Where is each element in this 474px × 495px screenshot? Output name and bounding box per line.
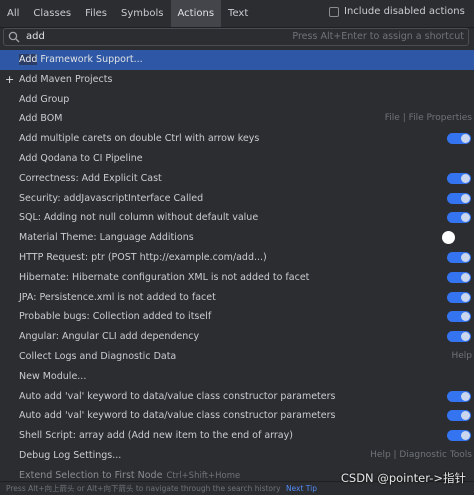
action-category: Help <box>451 350 472 361</box>
action-item[interactable]: Probable bugs: Collection added to itsel… <box>0 307 474 327</box>
toggle-switch-on[interactable] <box>447 251 471 263</box>
action-item[interactable]: Add Framework Support... <box>0 50 474 70</box>
toggle-switch-on[interactable] <box>447 133 471 145</box>
plus-icon: + <box>5 72 15 86</box>
action-item[interactable]: HTTP Request: ptr (POST http://example.c… <box>0 248 474 268</box>
action-item[interactable]: SQL: Adding not null column without defa… <box>0 208 474 228</box>
tab-classes[interactable]: Classes <box>26 0 78 27</box>
toggle-switch-on[interactable] <box>447 291 471 303</box>
action-item[interactable]: Collect Logs and Diagnostic Data Help <box>0 347 474 367</box>
search-field[interactable]: add Press Alt+Enter to assign a shortcut <box>3 28 469 46</box>
search-icon <box>8 31 20 43</box>
tab-files[interactable]: Files <box>78 0 114 27</box>
tab-actions[interactable]: Actions <box>170 0 222 27</box>
action-item[interactable]: Material Theme: Language Additions <box>0 228 474 248</box>
include-disabled-label: Include disabled actions <box>344 6 465 17</box>
action-item[interactable]: Angular: Angular CLI add dependency <box>0 327 474 347</box>
next-tip-link[interactable]: Next Tip <box>286 484 317 493</box>
action-label: Probable bugs: Collection added to itsel… <box>19 311 212 323</box>
tab-text[interactable]: Text <box>221 0 255 27</box>
action-label: Add BOM <box>19 113 63 125</box>
action-item[interactable]: + Add Maven Projects <box>0 70 474 90</box>
action-label: JPA: Persistence.xml is not added to fac… <box>19 291 216 303</box>
shortcut-hint: Ctrl+Shift+Home <box>166 470 241 481</box>
action-label: Hibernate: Hibernate configuration XML i… <box>19 271 310 283</box>
toggle-switch-on[interactable] <box>447 271 471 283</box>
action-label: Angular: Angular CLI add dependency <box>19 331 200 343</box>
toggle-switch-on[interactable] <box>447 430 471 442</box>
action-item[interactable]: Add Qodana to CI Pipeline <box>0 149 474 169</box>
search-hint: Press Alt+Enter to assign a shortcut <box>292 31 464 42</box>
include-disabled-checkbox[interactable] <box>329 6 339 17</box>
action-label: Add Framework Support... <box>19 54 143 65</box>
footer-hint: Press Alt+向上箭头 or Alt+向下箭头 to navigate t… <box>6 484 281 493</box>
action-label: Material Theme: Language Additions <box>19 232 194 244</box>
toggle-switch-on[interactable] <box>447 172 471 184</box>
action-item[interactable]: New Module... <box>0 367 474 387</box>
toggle-switch-on[interactable] <box>447 390 471 402</box>
action-item[interactable]: Security: addJavascriptInterface Called <box>0 189 474 209</box>
action-item[interactable]: Shell Script: array add (Add new item to… <box>0 426 474 446</box>
action-item[interactable]: Add BOM File | File Properties <box>0 109 474 129</box>
match-highlight: Add <box>19 54 38 65</box>
toggle-switch-on[interactable] <box>447 212 471 224</box>
toggle-switch-on[interactable] <box>447 410 471 422</box>
action-label: Auto add 'val' keyword to data/value cla… <box>19 390 336 402</box>
action-label: Add multiple carets on double Ctrl with … <box>19 133 260 145</box>
action-item[interactable]: JPA: Persistence.xml is not added to fac… <box>0 288 474 308</box>
action-label: Collect Logs and Diagnostic Data <box>19 350 177 362</box>
toggle-switch-on[interactable] <box>447 192 471 204</box>
action-item[interactable]: Auto add 'val' keyword to data/value cla… <box>0 406 474 426</box>
action-label: Shell Script: array add (Add new item to… <box>19 430 293 442</box>
action-category: File | File Properties <box>384 113 472 124</box>
action-label: Debug Log Settings... <box>19 449 122 461</box>
action-item[interactable]: Add multiple carets on double Ctrl with … <box>0 129 474 149</box>
tab-all[interactable]: All <box>0 0 26 27</box>
toggle-switch-off[interactable] <box>442 231 455 245</box>
search-input[interactable]: add <box>26 30 45 44</box>
action-label: New Module... <box>19 370 87 382</box>
action-item[interactable]: Add Group <box>0 90 474 110</box>
action-category: Help | Diagnostic Tools <box>370 449 472 460</box>
action-label: Security: addJavascriptInterface Called <box>19 192 204 204</box>
action-item[interactable]: Correctness: Add Explicit Cast <box>0 169 474 189</box>
action-item[interactable]: Hibernate: Hibernate configuration XML i… <box>0 268 474 288</box>
action-label: HTTP Request: ptr (POST http://example.c… <box>19 251 267 263</box>
action-label: Add Maven Projects <box>19 73 113 85</box>
action-label-rest: Framework Support... <box>37 54 143 65</box>
tab-symbols[interactable]: Symbols <box>114 0 170 27</box>
results-list: Add Framework Support... + Add Maven Proje… <box>0 50 474 486</box>
action-label: SQL: Adding not null column without defa… <box>19 212 259 224</box>
toggle-switch-on[interactable] <box>447 311 471 323</box>
action-label: Correctness: Add Explicit Cast <box>19 172 162 184</box>
toggle-switch-on[interactable] <box>447 331 471 343</box>
action-label: Extend Selection to First Node <box>19 469 163 481</box>
action-label: Auto add 'val' keyword to data/value cla… <box>19 410 336 422</box>
action-label: Add Group <box>19 93 70 105</box>
action-label: Add Qodana to CI Pipeline <box>19 152 143 164</box>
action-item[interactable]: Debug Log Settings... Help | Diagnostic T… <box>0 446 474 466</box>
action-item[interactable]: Auto add 'val' keyword to data/value cla… <box>0 387 474 407</box>
watermark: CSDN @pointer->指针 <box>340 471 466 485</box>
include-disabled-toggle[interactable]: Include disabled actions <box>329 6 465 17</box>
